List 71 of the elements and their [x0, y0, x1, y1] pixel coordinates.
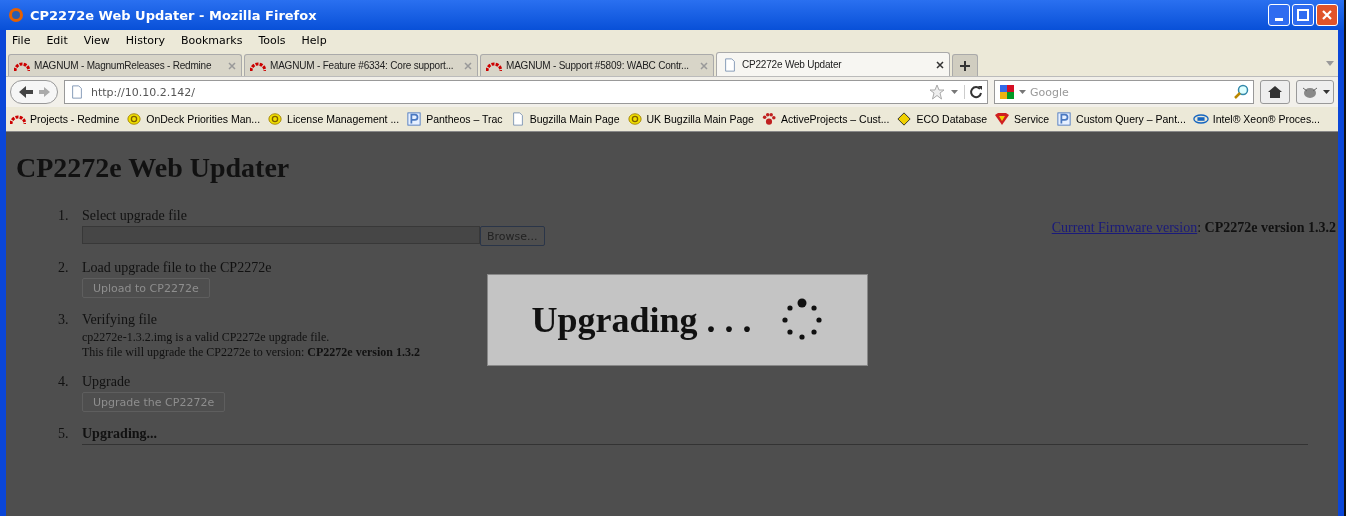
bookmark-item[interactable]: Projects - Redmine: [10, 112, 120, 126]
spinner-icon: [779, 298, 824, 342]
back-forward-buttons[interactable]: [10, 80, 58, 104]
plus-icon: [959, 59, 971, 72]
menu-item[interactable]: History: [125, 33, 165, 47]
dropdown-icon: [1323, 90, 1330, 94]
bookmark-item[interactable]: OnDeck Priorities Man...: [126, 112, 261, 126]
bookmark-item[interactable]: UK Bugzilla Main Page: [626, 112, 754, 126]
dropdown-icon[interactable]: [1326, 60, 1334, 66]
progress-text: Upgrading . . .: [531, 299, 752, 341]
step-number: 1.: [58, 208, 70, 225]
page-title: CP2272e Web Updater: [16, 152, 291, 184]
bookmark-item[interactable]: ActiveProjects – Cust...: [760, 112, 890, 126]
step-label: Select upgrade file: [82, 208, 188, 224]
browser-tab[interactable]: CP2272e Web Updater: [716, 52, 950, 76]
page-icon: [69, 85, 85, 99]
step-number: 3.: [58, 312, 70, 329]
bookmark-item[interactable]: License Management ...: [267, 112, 400, 126]
menu-item[interactable]: File: [12, 33, 31, 47]
page-icon: [722, 57, 738, 72]
browser-logo-icon: [8, 7, 24, 23]
bookmark-item[interactable]: Service: [994, 112, 1050, 126]
browser-tab[interactable]: MAGNUM - Support #5809: WABC Contr...: [480, 54, 714, 76]
step-label: Upgrade: [82, 374, 132, 390]
step-label: Upgrading...: [82, 426, 159, 442]
browser-tab[interactable]: MAGNUM - Feature #6334: Core support...: [244, 54, 478, 76]
road-sign-icon: [896, 112, 913, 126]
shield-icon: [994, 112, 1011, 126]
minimize-button[interactable]: [1268, 4, 1290, 26]
dropdown-icon[interactable]: [951, 90, 958, 94]
new-tab-button[interactable]: [952, 54, 978, 76]
letter-p-icon: [1056, 112, 1073, 126]
close-icon: [1321, 9, 1333, 21]
search-icon[interactable]: [1233, 84, 1249, 100]
forward-icon: [38, 85, 52, 99]
message-text: This file will upgrade the CP2272e to version: CP2272e version 1.3.2: [82, 345, 421, 360]
bookmark-item[interactable]: Custom Query – Pant...: [1056, 112, 1186, 126]
oval-logo-icon: [1192, 112, 1209, 126]
maximize-button[interactable]: [1292, 4, 1314, 26]
dropdown-icon: [1019, 90, 1026, 94]
menu-item[interactable]: Edit: [46, 33, 68, 47]
minimize-icon: [1275, 17, 1283, 21]
step-number: 5.: [58, 426, 70, 443]
close-tab-icon[interactable]: [936, 60, 944, 69]
bug-icon: [1300, 85, 1320, 99]
letter-p-icon: [406, 112, 423, 126]
step-label: Load upgrade file to the CP2272e: [82, 260, 273, 276]
step-number: 2.: [58, 260, 70, 277]
home-button[interactable]: [1260, 80, 1290, 104]
step-number: 4.: [58, 374, 70, 391]
file-field[interactable]: [82, 226, 480, 244]
step-label: Verifying file: [82, 312, 159, 328]
home-icon: [1267, 85, 1283, 99]
close-button[interactable]: [1316, 4, 1338, 26]
maximize-icon: [1297, 9, 1309, 21]
bookmark-item[interactable]: Bugzilla Main Page: [509, 112, 620, 126]
bookmark-item[interactable]: Pantheos – Trac: [406, 112, 503, 126]
addon-button[interactable]: [1296, 80, 1334, 104]
browser-tab[interactable]: MAGNUM - MagnumReleases - Redmine: [8, 54, 242, 76]
menu-item[interactable]: Tools: [258, 33, 286, 47]
menu-item[interactable]: View: [83, 33, 110, 47]
bookmark-item[interactable]: ECO Database: [896, 112, 988, 126]
menu-item[interactable]: Bookmarks: [181, 33, 243, 47]
paw-icon: [760, 112, 777, 126]
window-title: CP2272e Web Updater - Mozilla Firefox: [30, 7, 318, 23]
search-engine-icon: [999, 84, 1015, 100]
address-bar[interactable]: http://10.10.2.142/: [64, 80, 988, 104]
star-icon[interactable]: [929, 84, 945, 100]
bookmark-item[interactable]: Intel® Xeon® Proces...: [1192, 112, 1320, 126]
menu-item[interactable]: Help: [301, 33, 327, 47]
reload-icon[interactable]: [964, 85, 983, 99]
